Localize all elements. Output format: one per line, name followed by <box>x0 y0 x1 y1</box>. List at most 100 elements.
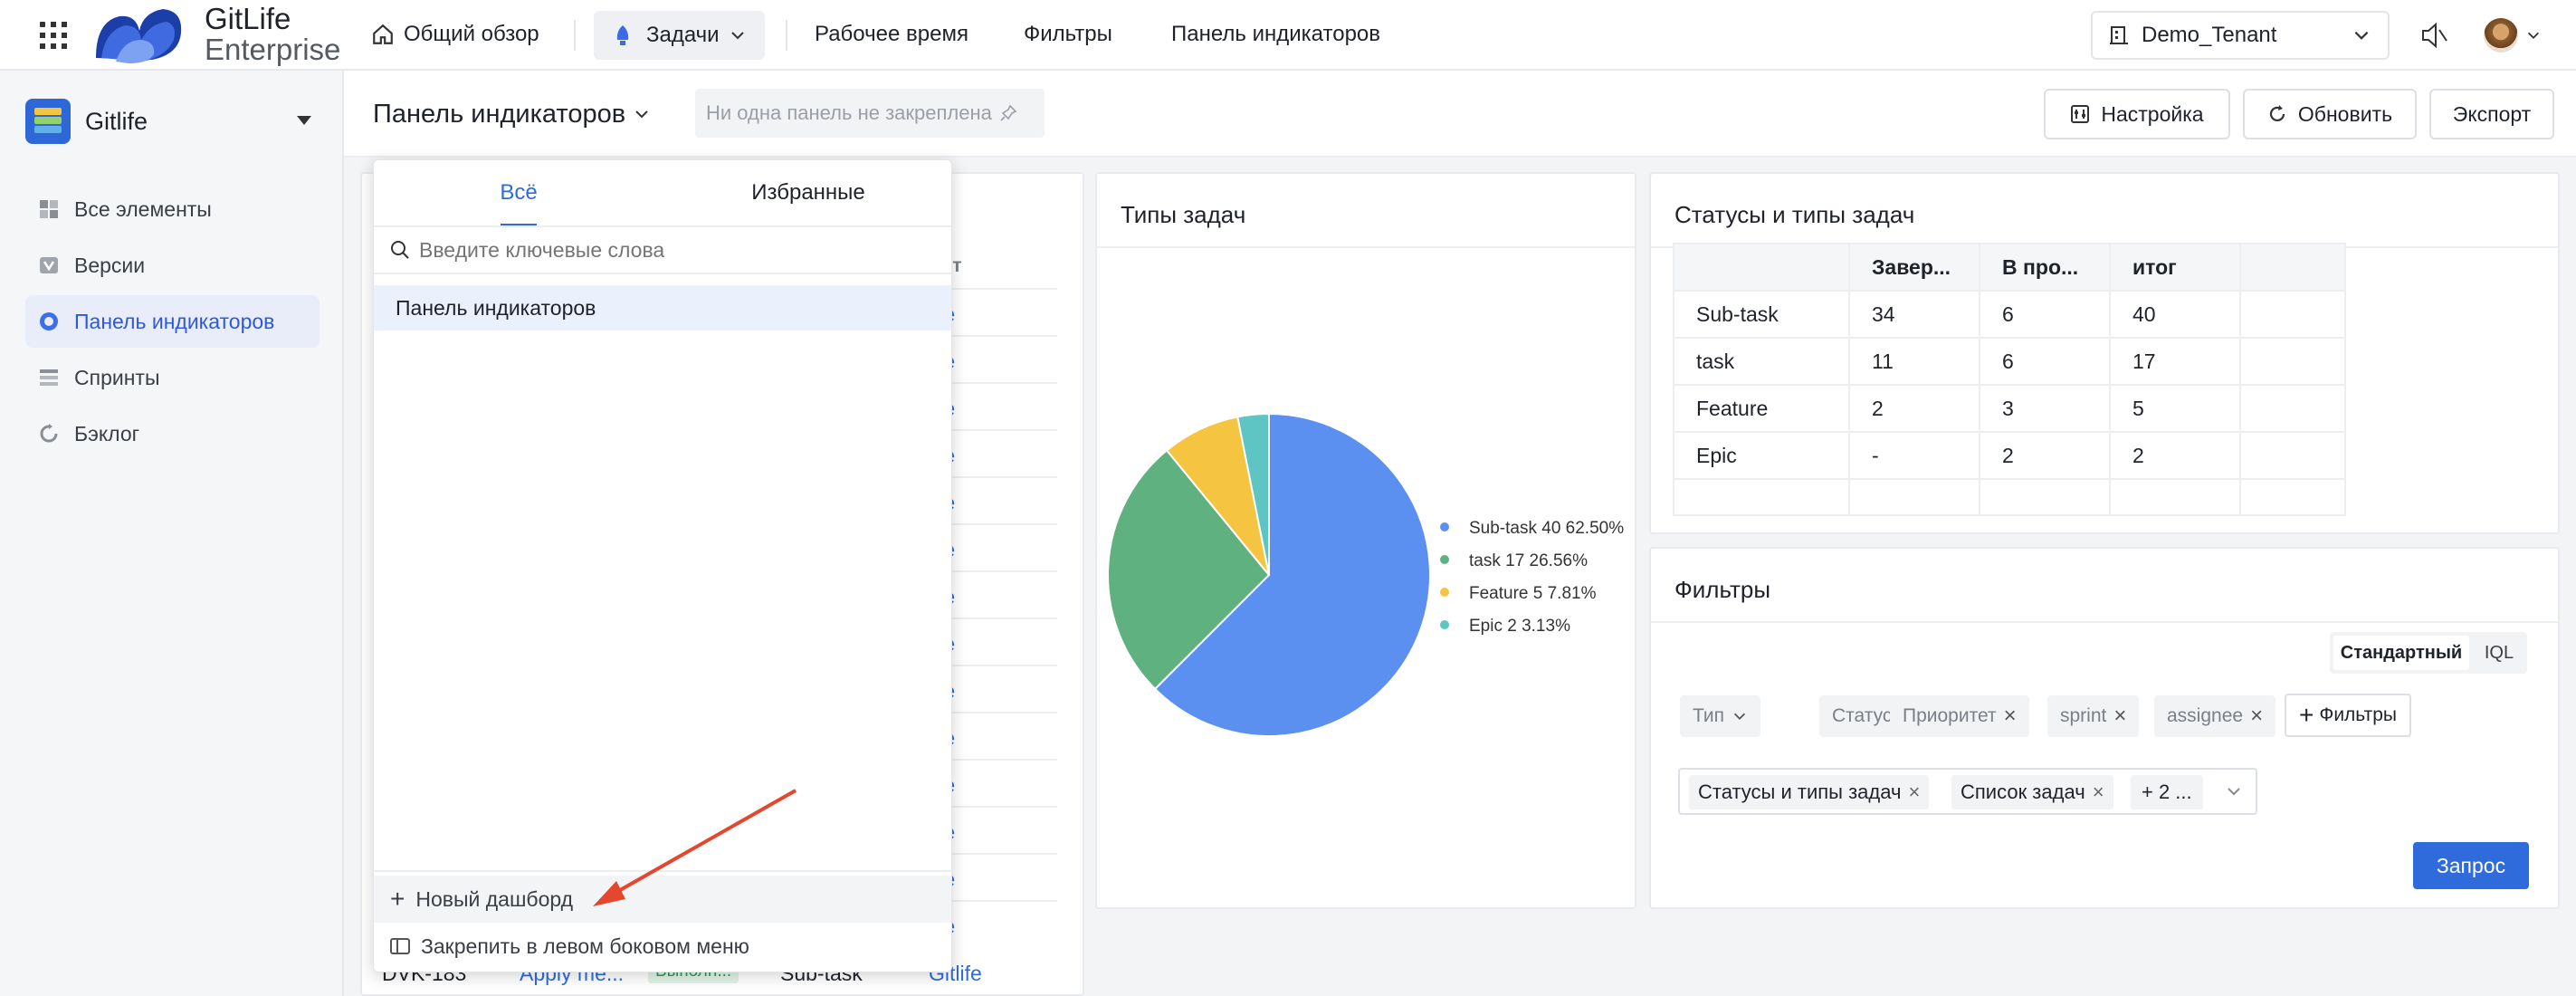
user-avatar[interactable] <box>2484 18 2518 53</box>
pinned-dashboard-field[interactable]: Ни одна панель не закреплена <box>695 89 1045 138</box>
table-row[interactable]: fe <box>938 665 1057 712</box>
table-row[interactable]: fe <box>938 759 1057 806</box>
tab-favorites[interactable]: Избранные <box>663 160 953 225</box>
chevron-down-icon[interactable] <box>2525 27 2542 43</box>
dashboard-tags-select[interactable]: Статусы и типы задач × Список задач × + 2 … <box>1678 768 2257 815</box>
settings-button[interactable]: Настройка <box>2044 89 2230 139</box>
filter-type-dropdown[interactable]: Тип <box>1680 695 1761 737</box>
table-row[interactable]: fe <box>938 476 1057 523</box>
table-row[interactable]: fe <box>938 288 1057 335</box>
add-filter-button[interactable]: + Фильтры <box>2285 694 2411 737</box>
pin-to-sidebar-button[interactable]: Закрепить в левом боковом меню <box>374 923 951 970</box>
table-cell <box>1848 478 1980 516</box>
query-button[interactable]: Запрос <box>2413 842 2529 889</box>
project-logo-icon <box>25 99 71 144</box>
nav-work-time[interactable]: Рабочее время <box>815 0 968 69</box>
table-cell <box>2109 478 2241 516</box>
chevron-down-icon <box>730 32 744 40</box>
chevron-down-icon <box>2228 788 2240 796</box>
tag-more[interactable]: + 2 ... <box>2131 775 2203 809</box>
priority-chip[interactable]: Приоритет × <box>1890 695 2029 737</box>
table-row[interactable]: fe <box>938 429 1057 476</box>
legend-label[interactable]: Feature 5 7.81% <box>1469 584 1597 603</box>
legend-label[interactable]: Sub-task 40 62.50% <box>1469 519 1624 538</box>
assignee-chip[interactable]: assignee × <box>2154 695 2276 737</box>
task-types-pie-chart: Sub-task 40 62.50% task 17 26.56% Feature … <box>1107 412 1624 737</box>
column-header: итог <box>2109 243 2241 292</box>
close-icon[interactable]: × <box>2113 704 2126 729</box>
sprint-chip[interactable]: sprint × <box>2047 695 2140 737</box>
nav-dashboard[interactable]: Панель индикаторов <box>1171 0 1380 69</box>
close-icon[interactable]: × <box>2250 704 2263 729</box>
dashboard-icon <box>38 311 60 332</box>
chevron-down-icon <box>2354 31 2369 40</box>
nav-overview[interactable]: Общий обзор <box>371 0 539 69</box>
table-row[interactable]: fe <box>938 335 1057 382</box>
close-icon[interactable]: × <box>1908 781 1920 804</box>
chevron-down-icon <box>1733 713 1746 720</box>
table-cell: 6 <box>1979 290 2111 339</box>
table-row[interactable]: fe <box>938 618 1057 665</box>
mode-iql-button[interactable]: IQL <box>2475 636 2524 670</box>
table-row[interactable]: fe <box>938 712 1057 759</box>
table-cell: 34 <box>1848 290 1980 339</box>
close-icon[interactable]: × <box>2004 704 2017 729</box>
sidebar-item-versions[interactable]: Версии <box>25 239 320 292</box>
table-row: Sub-task 34 6 40 <box>1673 290 2346 339</box>
tenant-select[interactable]: Demo_Tenant <box>2091 11 2390 60</box>
tag: Список задач × <box>1951 775 2113 809</box>
dashboard-select[interactable]: Панель индикаторов <box>373 94 651 134</box>
sidebar-item-backlog[interactable]: Бэклог <box>25 407 320 460</box>
mode-standard-button[interactable]: Стандартный <box>2333 636 2469 670</box>
card-title: Типы задач <box>1121 201 1246 228</box>
nav-filters[interactable]: Фильтры <box>1024 0 1112 69</box>
table-cell: task <box>1673 337 1850 386</box>
card-title: Фильтры <box>1674 576 1771 603</box>
column-header <box>2239 243 2346 292</box>
legend-marker <box>1440 588 1449 597</box>
table-cell <box>1979 478 2111 516</box>
table-row[interactable]: fe <box>938 900 1057 947</box>
table-row[interactable]: fe <box>938 570 1057 618</box>
legend-label[interactable]: task 17 26.56% <box>1469 551 1588 570</box>
dashboard-select-dropdown: Всё Избранные Панель индикаторов +Новый … <box>373 159 952 972</box>
table-row[interactable]: fe <box>938 806 1057 853</box>
search-input[interactable] <box>419 237 926 263</box>
backlog-icon <box>38 423 60 445</box>
tag: Статусы и типы задач × <box>1689 775 1930 809</box>
card-title: Статусы и типы задач <box>1674 201 1915 228</box>
task-rocket-icon <box>616 25 629 45</box>
apps-grid-icon[interactable] <box>40 22 67 49</box>
gitlife-logo-icon <box>96 9 182 63</box>
table-cell: 2 <box>2109 431 2241 480</box>
home-icon <box>373 24 393 44</box>
close-icon[interactable]: × <box>2093 781 2104 804</box>
export-button[interactable]: Экспорт <box>2429 89 2554 139</box>
table-cell <box>2239 290 2346 339</box>
sidebar-item-dashboard[interactable]: Панель индикаторов <box>25 295 320 348</box>
refresh-button[interactable]: Обновить <box>2243 89 2417 139</box>
dashboard-search <box>374 227 951 274</box>
filter-mode-toggle: Стандартный IQL <box>2330 632 2527 674</box>
sprint-icon <box>38 367 60 388</box>
table-cell: 11 <box>1848 337 1980 386</box>
table-row: Feature 2 3 5 <box>1673 384 2346 433</box>
table-header-row: Завер... В про... итог <box>1673 243 2346 292</box>
table-cell <box>2239 478 2346 516</box>
table-cell: 6 <box>1979 337 2111 386</box>
sidebar-item-all[interactable]: Все элементы <box>25 183 320 235</box>
search-icon <box>391 241 409 259</box>
sidebar-item-sprints[interactable]: Спринты <box>25 351 320 404</box>
table-cell: - <box>1848 431 1980 480</box>
legend-marker <box>1440 522 1449 532</box>
project-switcher[interactable]: Gitlife <box>25 96 315 147</box>
table-row[interactable]: fe <box>938 523 1057 570</box>
nav-tasks[interactable]: Задачи <box>594 11 765 60</box>
legend-label[interactable]: Epic 2 3.13% <box>1469 617 1570 636</box>
table-cell: 5 <box>2109 384 2241 433</box>
tab-all[interactable]: Всё <box>374 160 663 226</box>
table-row[interactable]: fe <box>938 853 1057 900</box>
mute-speaker-icon[interactable] <box>2420 22 2449 49</box>
table-row[interactable]: fe <box>938 382 1057 429</box>
list-item[interactable]: Панель индикаторов <box>374 285 951 330</box>
